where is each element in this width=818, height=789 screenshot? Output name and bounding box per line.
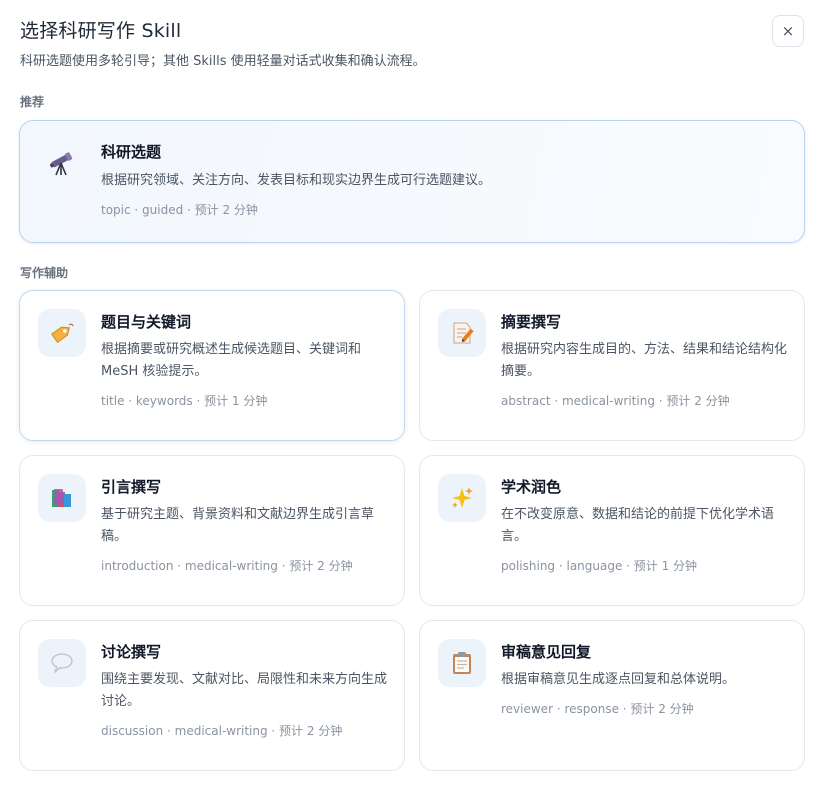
dialog-title: 选择科研写作 Skill [20,20,182,42]
skill-card-reviewer-response[interactable]: 审稿意见回复 根据审稿意见生成逐点回复和总体说明。 reviewer · res… [419,620,805,771]
skill-description: 根据摘要或研究概述生成候选题目、关键词和MeSH 核验提示。 [101,342,362,379]
section-label-recommended: 推荐 [20,95,45,109]
skill-title: 科研选题 [101,143,162,161]
skill-title: 审稿意见回复 [501,643,592,661]
close-button[interactable]: × [772,15,804,47]
skill-meta: title · keywords · 预计 1 分钟 [101,394,268,408]
skill-title: 学术润色 [501,478,562,496]
skill-meta: reviewer · response · 预计 2 分钟 [501,702,694,716]
skill-meta: topic · guided · 预计 2 分钟 [101,203,258,217]
skill-title: 题目与关键词 [101,313,192,331]
skill-meta: discussion · medical-writing · 预计 2 分钟 [101,724,343,738]
skill-card-polishing[interactable]: 学术润色 在不改变原意、数据和结论的前提下优化学术语言。 polishing ·… [419,455,805,606]
telescope-icon [38,139,86,187]
section-label-writing: 写作辅助 [20,266,69,280]
skill-description: 围绕主要发现、文献对比、局限性和未来方向生成讨论。 [101,672,388,709]
speech-bubble-icon [38,639,86,687]
close-icon: × [781,22,795,40]
dialog-subtitle: 科研选题使用多轮引导；其他 Skills 使用轻量对话式收集和确认流程。 [20,54,426,69]
skill-title: 摘要撰写 [501,313,562,331]
sparkles-icon [438,474,486,522]
tag-icon [38,309,86,357]
skill-card-title-keywords[interactable]: 题目与关键词 根据摘要或研究概述生成候选题目、关键词和MeSH 核验提示。 ti… [19,290,405,441]
skill-description: 基于研究主题、背景资料和文献边界生成引言草稿。 [101,507,375,544]
skill-meta: introduction · medical-writing · 预计 2 分钟 [101,559,353,573]
skill-card-discussion[interactable]: 讨论撰写 围绕主要发现、文献对比、局限性和未来方向生成讨论。 discussio… [19,620,405,771]
memo-icon [438,309,486,357]
skill-title: 引言撰写 [101,478,162,496]
skill-card-abstract[interactable]: 摘要撰写 根据研究内容生成目的、方法、结果和结论结构化摘要。 abstract … [419,290,805,441]
skill-description: 根据研究内容生成目的、方法、结果和结论结构化摘要。 [501,342,788,379]
skill-card-topic[interactable]: 科研选题 根据研究领域、关注方向、发表目标和现实边界生成可行选题建议。 topi… [19,120,805,243]
books-icon [38,474,86,522]
skill-card-introduction[interactable]: 引言撰写 基于研究主题、背景资料和文献边界生成引言草稿。 introductio… [19,455,405,606]
skill-picker-dialog: 选择科研写作 Skill 科研选题使用多轮引导；其他 Skills 使用轻量对话… [0,0,818,789]
skill-description: 在不改变原意、数据和结论的前提下优化学术语言。 [501,507,775,544]
skill-description: 根据审稿意见生成逐点回复和总体说明。 [501,672,736,687]
skill-title: 讨论撰写 [101,643,162,661]
skill-meta: abstract · medical-writing · 预计 2 分钟 [501,394,730,408]
skill-meta: polishing · language · 预计 1 分钟 [501,559,698,573]
skill-description: 根据研究领域、关注方向、发表目标和现实边界生成可行选题建议。 [101,173,492,188]
clipboard-icon [438,639,486,687]
